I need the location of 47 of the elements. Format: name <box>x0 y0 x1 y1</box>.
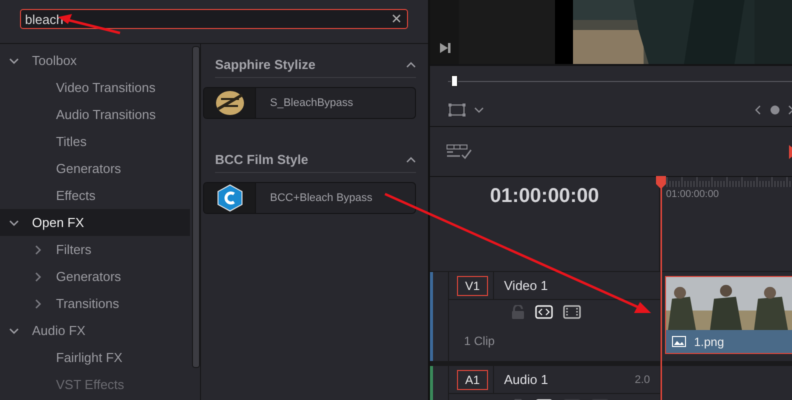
skip-to-end-icon[interactable] <box>438 42 450 54</box>
track-name: Audio 1 <box>504 372 548 387</box>
clip-count: 1 Clip <box>464 334 496 348</box>
auto-select-icon[interactable] <box>535 305 553 319</box>
tree-item[interactable]: Video Transitions <box>0 74 190 101</box>
tree-item[interactable]: Fairlight FX <box>0 344 190 371</box>
hexagon-logo-icon <box>216 184 242 212</box>
track-name: Video 1 <box>504 278 548 293</box>
scrollbar-thumb[interactable] <box>192 46 200 368</box>
group-title: BCC Film Style <box>215 152 308 167</box>
timeline-clip[interactable]: 1.png <box>665 276 792 354</box>
scrubber-handle[interactable] <box>451 75 458 87</box>
ruler-timecode: 01:00:00:00 <box>666 189 720 200</box>
letterbox-bar <box>555 0 573 64</box>
tree-item[interactable]: Generators <box>0 263 190 290</box>
effect-item[interactable]: BCC+Bleach Bypass <box>203 182 416 214</box>
tree-item[interactable]: Audio FX <box>0 317 190 344</box>
tree-item[interactable]: VST Effects <box>0 371 190 398</box>
tree-item[interactable]: Transitions <box>0 290 190 317</box>
timeline-options-icon[interactable] <box>446 144 472 160</box>
tree-item[interactable]: Audio Transitions <box>0 101 190 128</box>
tree-item[interactable]: Effects <box>0 182 190 209</box>
close-icon[interactable] <box>392 14 401 23</box>
effect-thumbnail-icon <box>214 89 244 117</box>
tree-item[interactable]: Titles <box>0 128 190 155</box>
timecode: 01:00:00:00 <box>490 185 599 209</box>
tree-item[interactable]: Toolbox <box>0 47 190 74</box>
search-field[interactable]: bleach <box>20 9 408 29</box>
scrubber-track[interactable] <box>448 74 792 88</box>
crop-icon[interactable] <box>448 103 466 117</box>
tree-item[interactable]: Filters <box>0 236 190 263</box>
tree-item[interactable]: Open FX <box>0 209 190 236</box>
tree-item[interactable]: Generators <box>0 155 190 182</box>
image-icon <box>672 336 686 348</box>
dot-icon[interactable] <box>770 105 780 115</box>
previous-icon[interactable] <box>754 105 762 115</box>
track-badge[interactable]: A1 <box>457 370 488 390</box>
track-badge[interactable]: V1 <box>457 276 488 296</box>
chevron-down-icon[interactable] <box>474 106 484 114</box>
channel-format: 2.0 <box>634 374 650 386</box>
effect-item[interactable]: S_BleachBypass <box>203 87 416 119</box>
film-icon[interactable] <box>563 305 581 319</box>
collapse-caret-icon[interactable] <box>406 60 416 68</box>
clip-name: 1.png <box>694 334 724 349</box>
group-title: Sapphire Stylize <box>215 57 316 72</box>
collapse-caret-icon[interactable] <box>406 156 416 164</box>
playhead[interactable] <box>655 176 667 400</box>
